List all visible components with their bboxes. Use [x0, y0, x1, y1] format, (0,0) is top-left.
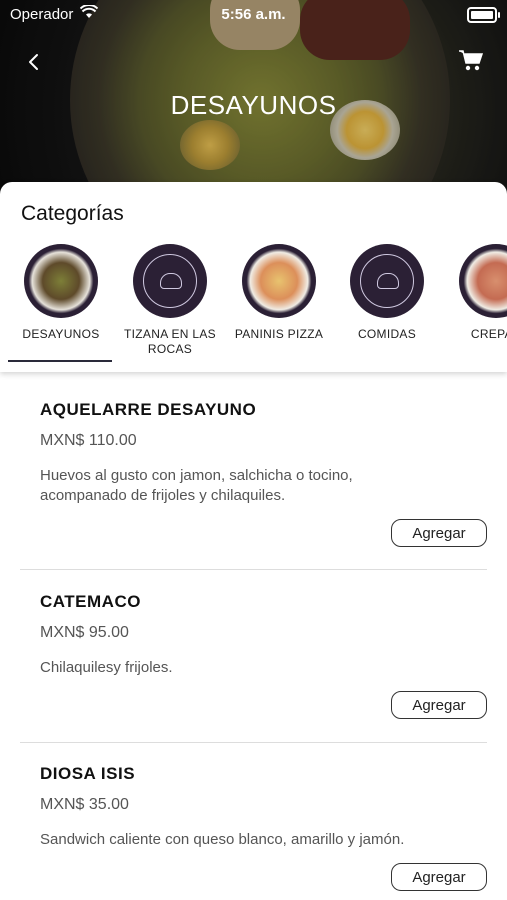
item-description: Huevos al gusto con jamon, salchicha o t… [40, 467, 353, 504]
brand-logo-icon [360, 254, 414, 308]
categories-heading: Categorías [21, 202, 124, 225]
status-bar: Operador 5:56 a.m. [0, 0, 507, 28]
category-thumbnail [133, 244, 207, 318]
category-label: PANINIS PIZZA [234, 327, 324, 341]
category-tizana[interactable]: TIZANA EN LAS ROCAS [115, 242, 225, 362]
clock: 5:56 a.m. [221, 6, 286, 23]
item-name: CATEMACO [40, 592, 141, 611]
brand-logo-icon [143, 254, 197, 308]
chevron-left-icon[interactable] [20, 48, 48, 76]
category-thumbnail [24, 244, 98, 318]
category-thumbnail [350, 244, 424, 318]
add-button[interactable]: Agregar [391, 519, 487, 547]
category-label: TIZANA EN LAS ROCAS [124, 327, 216, 356]
category-label: CREPAS [470, 327, 507, 341]
item-name: AQUELARRE DESAYUNO [40, 400, 257, 419]
category-label: COMIDAS [357, 327, 417, 341]
menu-item: AQUELARRE DESAYUNO MXN$ 110.00 Huevos al… [20, 380, 487, 570]
menu-item: DIOSA ISIS MXN$ 35.00 Sandwich caliente … [20, 744, 487, 900]
category-comidas[interactable]: COMIDAS [332, 242, 442, 362]
category-crepas[interactable]: CREPAS [441, 242, 507, 362]
menu-item: CATEMACO MXN$ 95.00 Chilaquilesy frijole… [20, 572, 487, 744]
item-description: Chilaquilesy frijoles. [40, 659, 173, 676]
add-button[interactable]: Agregar [391, 691, 487, 719]
category-thumbnail [242, 244, 316, 318]
page-title: DESAYUNOS [170, 90, 337, 120]
battery-icon [467, 7, 500, 23]
category-paninis[interactable]: PANINIS PIZZA [224, 242, 334, 362]
categories-list: DESAYUNOS TIZANA EN LAS ROCAS PANINIS PI… [0, 242, 507, 362]
divider [20, 742, 487, 743]
item-price: MXN$ 35.00 [40, 796, 129, 813]
item-description: Sandwich caliente con queso blanco, amar… [40, 831, 405, 848]
item-price: MXN$ 95.00 [40, 624, 129, 641]
cart-icon[interactable] [457, 46, 485, 74]
category-label: DESAYUNOS [22, 327, 100, 341]
divider [20, 569, 487, 570]
category-desayunos[interactable]: DESAYUNOS [6, 242, 116, 362]
item-name: DIOSA ISIS [40, 764, 136, 783]
category-thumbnail [459, 244, 507, 318]
add-button[interactable]: Agregar [391, 863, 487, 891]
categories-panel: Categorías DESAYUNOS TIZANA EN LAS ROCAS… [0, 182, 507, 372]
item-price: MXN$ 110.00 [40, 432, 137, 449]
selected-category-indicator [8, 360, 112, 362]
